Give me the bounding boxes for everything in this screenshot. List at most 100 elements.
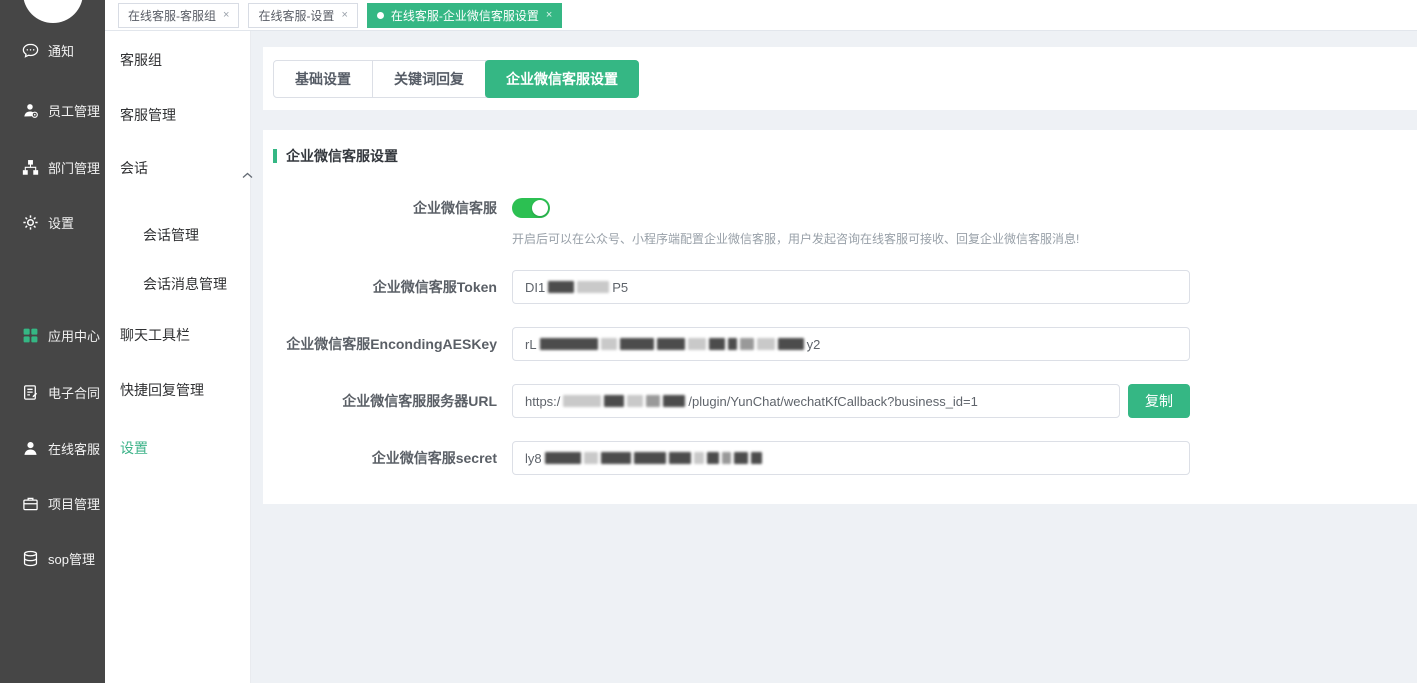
sidebar-item-label: 设置 [48,213,74,232]
redacted-text [707,452,719,464]
page-tab-group: 基础设置 关键词回复 企业微信客服设置 [273,60,639,98]
aeskey-value-suffix: y2 [807,337,821,352]
redacted-text [601,452,631,464]
sidebar-item-label: 员工管理 [48,101,100,120]
submenu-item-chat-toolbar[interactable]: 聊天工具栏 [120,325,190,345]
window-tab-wecom-kf-settings[interactable]: 在线客服-企业微信客服设置 × [367,3,562,28]
close-icon[interactable]: × [223,10,229,21]
sidebar-item-departments[interactable]: 部门管理 [22,157,100,177]
redacted-text [728,338,737,350]
server-url-label: 企业微信客服服务器URL [263,384,497,418]
redacted-text [751,452,762,464]
redacted-text [563,395,601,407]
sidebar-item-app-center[interactable]: 应用中心 [22,325,100,345]
redacted-text [709,338,725,350]
copy-button[interactable]: 复制 [1128,384,1190,418]
sidebar-item-label: 在线客服 [48,439,100,458]
sidebar-item-label: 通知 [48,41,74,60]
redacted-text [540,338,598,350]
sidebar-item-settings[interactable]: 设置 [22,212,74,232]
redacted-text [734,452,748,464]
redacted-text [757,338,775,350]
window-tab-service-groups[interactable]: 在线客服-客服组 × [118,3,239,28]
token-label: 企业微信客服Token [263,270,497,304]
sidebar-item-label: 应用中心 [48,326,100,345]
window-tab-label: 在线客服-企业微信客服设置 [391,7,539,24]
server-url-input[interactable]: https:/ /plugin/YunChat/wechatKfCallback… [512,384,1120,418]
redacted-text [722,452,731,464]
server-url-prefix: https:/ [525,394,560,409]
tab-keyword-reply[interactable]: 关键词回复 [373,61,486,97]
tab-basic-settings[interactable]: 基础设置 [274,61,373,97]
redacted-text [545,452,581,464]
aeskey-value-prefix: rL [525,337,537,352]
redacted-text [604,395,624,407]
redacted-text [601,338,617,350]
chevron-up-icon [242,164,253,184]
sidebar-item-employees[interactable]: 员工管理 [22,100,100,120]
token-input[interactable]: DI1 P5 [512,270,1190,304]
redacted-text [778,338,804,350]
submenu-item-settings[interactable]: 设置 [120,438,148,458]
sidebar-item-label: 电子合同 [48,383,100,402]
submenu-item-quick-reply[interactable]: 快捷回复管理 [120,380,204,400]
token-value-prefix: DI1 [525,280,545,295]
redacted-text [694,452,704,464]
redacted-text [657,338,685,350]
sidebar-item-projects[interactable]: 项目管理 [22,493,100,513]
settings-card: 企业微信客服设置 企业微信客服 开启后可以在公众号、小程序端配置企业微信客服，用… [263,130,1417,504]
redacted-text [577,281,609,293]
gear-icon [22,214,39,231]
close-icon[interactable]: × [341,10,347,21]
contract-icon [22,384,39,401]
submenu-item-session-mgmt[interactable]: 会话管理 [143,225,199,245]
submenu-item-service-groups[interactable]: 客服组 [120,50,162,70]
briefcase-icon [22,495,39,512]
redacted-text [634,452,666,464]
sidebar-item-online-service[interactable]: 在线客服 [22,438,100,458]
toggle-label: 企业微信客服 [263,191,497,225]
tab-wecom-kf-settings[interactable]: 企业微信客服设置 [485,60,639,98]
window-tab-label: 在线客服-客服组 [128,7,216,24]
redacted-text [740,338,754,350]
sidebar-item-label: sop管理 [48,549,95,568]
app-logo [23,0,83,23]
secret-value-prefix: ly8 [525,451,542,466]
token-value-suffix: P5 [612,280,628,295]
window-tab-label: 在线客服-设置 [258,7,334,24]
sidebar-item-sop[interactable]: sop管理 [22,548,95,568]
redacted-text [669,452,691,464]
comment-icon [22,42,39,59]
user-icon [22,102,39,119]
wecom-kf-toggle[interactable] [512,198,550,218]
submenu-item-label: 会话 [120,160,148,176]
toggle-hint: 开启后可以在公众号、小程序端配置企业微信客服，用户发起咨询在线客服可接收、回复企… [512,230,1079,247]
redacted-text [646,395,660,407]
section-title: 企业微信客服设置 [286,146,398,166]
redacted-text [627,395,643,407]
window-tab-bar: 在线客服-客服组 × 在线客服-设置 × 在线客服-企业微信客服设置 × [105,0,1417,31]
database-icon [22,550,39,567]
sidebar-item-notifications[interactable]: 通知 [22,40,74,60]
app-window: 通知 员工管理 部门管理 设置 应用中心 [0,0,1417,683]
page-tabs-card: 基础设置 关键词回复 企业微信客服设置 [263,47,1417,110]
close-icon[interactable]: × [546,10,552,21]
main-sidebar: 通知 员工管理 部门管理 设置 应用中心 [0,0,105,683]
secret-input[interactable]: ly8 [512,441,1190,475]
window-tab-settings[interactable]: 在线客服-设置 × [248,3,357,28]
agent-icon [22,440,39,457]
submenu-item-sessions[interactable]: 会话 [120,158,148,178]
secondary-sidebar: 客服组 客服管理 会话 会话管理 会话消息管理 聊天工具栏 快捷回复管理 设置 [105,31,251,683]
grid-icon [22,327,39,344]
sidebar-item-label: 部门管理 [48,158,100,177]
secret-label: 企业微信客服secret [263,441,497,475]
redacted-text [620,338,654,350]
aeskey-input[interactable]: rL y2 [512,327,1190,361]
submenu-item-service-mgmt[interactable]: 客服管理 [120,105,176,125]
sidebar-item-label: 项目管理 [48,494,100,513]
sidebar-item-contracts[interactable]: 电子合同 [22,382,100,402]
section-accent-bar [273,149,277,163]
submenu-item-session-msg-mgmt[interactable]: 会话消息管理 [143,274,227,294]
redacted-text [663,395,685,407]
server-url-suffix: /plugin/YunChat/wechatKfCallback?busines… [688,394,977,409]
